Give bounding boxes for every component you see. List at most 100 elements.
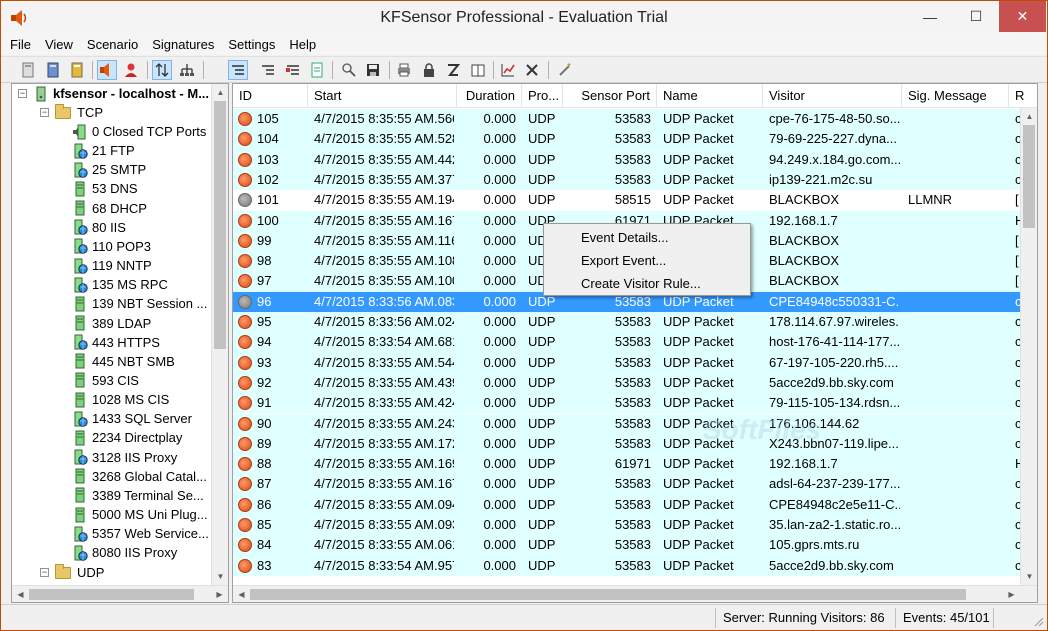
tree-sensor-item[interactable]: 8080 IIS Proxy	[72, 543, 177, 562]
menu-item-create-visitor-rule[interactable]: Create Visitor Rule...	[544, 272, 750, 295]
tree-horizontal-scrollbar[interactable]: ◀ ▶	[12, 585, 228, 602]
lock-icon[interactable]	[419, 60, 439, 80]
minimize-button[interactable]: —	[907, 1, 953, 32]
collapse-icon[interactable]: −	[18, 89, 27, 98]
events-grid[interactable]: ID Start Duration Pro... Sensor Port Nam…	[232, 83, 1038, 603]
tree-sensor-item[interactable]: 3128 IIS Proxy	[72, 448, 177, 467]
scroll-thumb[interactable]	[250, 589, 966, 600]
tree-sensor-item[interactable]: 443 HTTPS	[72, 333, 160, 352]
add-column-icon[interactable]	[283, 60, 303, 80]
scroll-right-icon[interactable]: ▶	[211, 586, 228, 602]
scroll-down-icon[interactable]: ▼	[212, 568, 228, 585]
col-header-r[interactable]: R	[1009, 84, 1037, 108]
event-row[interactable]: 94 4/7/2015 8:33:54 AM.681 0.000 UDP 53583 UD…	[233, 332, 1022, 353]
tree-folder-udp[interactable]: − UDP	[40, 563, 104, 582]
tree-sensor-item[interactable]: 445 NBT SMB	[72, 352, 175, 371]
printer-icon[interactable]	[394, 60, 414, 80]
tree-sensor-item[interactable]: 1028 MS CIS	[72, 390, 169, 409]
scroll-up-icon[interactable]: ▲	[212, 84, 228, 101]
floppy-icon[interactable]	[363, 60, 383, 80]
tree-sensor-item[interactable]: 3268 Global Catal...	[72, 467, 207, 486]
grid-vertical-scrollbar[interactable]: ▲ ▼	[1020, 108, 1037, 585]
event-row[interactable]: 86 4/7/2015 8:33:55 AM.094 0.000 UDP 53583 UD…	[233, 494, 1022, 515]
close-button[interactable]: ✕	[999, 1, 1046, 32]
sort-arrows-icon[interactable]	[152, 60, 172, 80]
tree-sensor-item[interactable]: 135 MS RPC	[72, 275, 168, 294]
scroll-thumb[interactable]	[214, 101, 226, 349]
col-header-id[interactable]: ID	[233, 84, 308, 108]
event-row[interactable]: 105 4/7/2015 8:35:55 AM.566 0.000 UDP 53583 U…	[233, 109, 1022, 130]
event-row[interactable]: 93 4/7/2015 8:33:55 AM.544 0.000 UDP 53583 UD…	[233, 352, 1022, 373]
export-icon[interactable]	[307, 60, 327, 80]
event-row[interactable]: 101 4/7/2015 8:35:55 AM.194 0.000 UDP 58515 U…	[233, 190, 1021, 211]
magnify-icon[interactable]	[339, 60, 359, 80]
event-row[interactable]: 83 4/7/2015 8:33:54 AM.957 0.000 UDP 53583 UD…	[233, 555, 1022, 576]
menu-scenario[interactable]: Scenario	[87, 37, 138, 52]
list-view-icon[interactable]	[228, 60, 248, 80]
resize-grip-icon[interactable]	[1032, 615, 1044, 627]
tree-sensor-item[interactable]: 0 Closed TCP Ports	[72, 122, 206, 141]
event-row[interactable]: 85 4/7/2015 8:33:55 AM.093 0.000 UDP 53583 UD…	[233, 515, 1022, 536]
tree-root[interactable]: − kfsensor - localhost - M...	[18, 84, 209, 103]
tree-sensor-item[interactable]: 68 DHCP	[72, 199, 147, 218]
tree-sensor-item[interactable]: 5357 Web Service...	[72, 524, 209, 543]
tree-sensor-item[interactable]: 2234 Directplay	[72, 428, 182, 447]
col-header-sig-message[interactable]: Sig. Message	[902, 84, 1009, 108]
server-gold-icon[interactable]	[67, 60, 87, 80]
scroll-right-icon[interactable]: ▶	[1003, 586, 1020, 602]
menu-file[interactable]: File	[10, 37, 31, 52]
event-row[interactable]: 95 4/7/2015 8:33:56 AM.024 0.000 UDP 53583 UD…	[233, 312, 1022, 333]
scroll-up-icon[interactable]: ▲	[1021, 108, 1037, 125]
book-icon[interactable]	[468, 60, 488, 80]
speaker-icon[interactable]	[97, 60, 117, 80]
event-row[interactable]: 84 4/7/2015 8:33:55 AM.061 0.000 UDP 53583 UD…	[233, 535, 1022, 556]
wand-icon[interactable]	[555, 60, 575, 80]
scroll-left-icon[interactable]: ◀	[12, 586, 29, 602]
user-icon[interactable]	[121, 60, 141, 80]
menu-settings[interactable]: Settings	[228, 37, 275, 52]
menu-view[interactable]: View	[45, 37, 73, 52]
scroll-left-icon[interactable]: ◀	[233, 586, 250, 602]
col-header-name[interactable]: Name	[657, 84, 763, 108]
network-icon[interactable]	[177, 60, 197, 80]
sensor-tree[interactable]: − kfsensor - localhost - M... − TCP 0 Cl…	[11, 83, 229, 603]
menu-help[interactable]: Help	[289, 37, 316, 52]
tree-sensor-item[interactable]: 25 SMTP	[72, 160, 146, 179]
tree-vertical-scrollbar[interactable]: ▲ ▼	[211, 84, 228, 585]
columns-icon[interactable]	[258, 60, 278, 80]
tree-sensor-item[interactable]: 110 POP3	[72, 237, 151, 256]
collapse-icon[interactable]: −	[40, 108, 49, 117]
tree-sensor-item[interactable]: 1433 SQL Server	[72, 409, 192, 428]
server-icon[interactable]	[18, 60, 38, 80]
expand-icon[interactable]: −	[40, 568, 49, 577]
event-row[interactable]: 92 4/7/2015 8:33:55 AM.439 0.000 UDP 53583 UD…	[233, 372, 1022, 394]
menu-item-event-details[interactable]: Event Details...	[544, 226, 750, 249]
chart-icon[interactable]	[498, 60, 518, 80]
menu-item-export-event[interactable]: Export Event...	[544, 249, 750, 272]
grid-horizontal-scrollbar[interactable]: ◀ ▶	[233, 585, 1037, 602]
tree-sensor-item[interactable]: 119 NNTP	[72, 256, 152, 275]
tree-sensor-item[interactable]: 21 FTP	[72, 141, 135, 160]
col-header-sensor-port[interactable]: Sensor Port	[563, 84, 657, 108]
note-icon[interactable]	[443, 60, 463, 80]
tree-sensor-item[interactable]: 5000 MS Uni Plug...	[72, 505, 208, 524]
event-row[interactable]: 88 4/7/2015 8:33:55 AM.169 0.000 UDP 61971 UD…	[233, 454, 1023, 475]
tools-icon[interactable]	[522, 60, 542, 80]
scroll-thumb[interactable]	[1023, 125, 1035, 228]
col-header-start[interactable]: Start	[308, 84, 457, 108]
col-header-protocol[interactable]: Pro...	[522, 84, 563, 108]
tree-sensor-item[interactable]: 53 DNS	[72, 179, 138, 198]
maximize-button[interactable]: ☐	[953, 1, 999, 32]
scroll-thumb[interactable]	[29, 589, 194, 600]
col-header-visitor[interactable]: Visitor	[763, 84, 902, 108]
event-row[interactable]: 87 4/7/2015 8:33:55 AM.167 0.000 UDP 53583 UD…	[233, 474, 1022, 495]
tree-sensor-item[interactable]: 389 LDAP	[72, 314, 151, 333]
event-row[interactable]: 89 4/7/2015 8:33:55 AM.172 0.000 UDP 53583 UD…	[233, 433, 1022, 455]
event-row[interactable]: 102 4/7/2015 8:35:55 AM.377 0.000 UDP 53583 U…	[233, 169, 1022, 191]
menu-signatures[interactable]: Signatures	[152, 37, 214, 52]
tree-sensor-item[interactable]: 593 CIS	[72, 371, 139, 390]
tree-sensor-item[interactable]: 139 NBT Session ...	[72, 294, 207, 313]
tree-sensor-item[interactable]: 80 IIS	[72, 218, 126, 237]
tree-sensor-item[interactable]: 3389 Terminal Se...	[72, 486, 204, 505]
col-header-duration[interactable]: Duration	[457, 84, 522, 108]
